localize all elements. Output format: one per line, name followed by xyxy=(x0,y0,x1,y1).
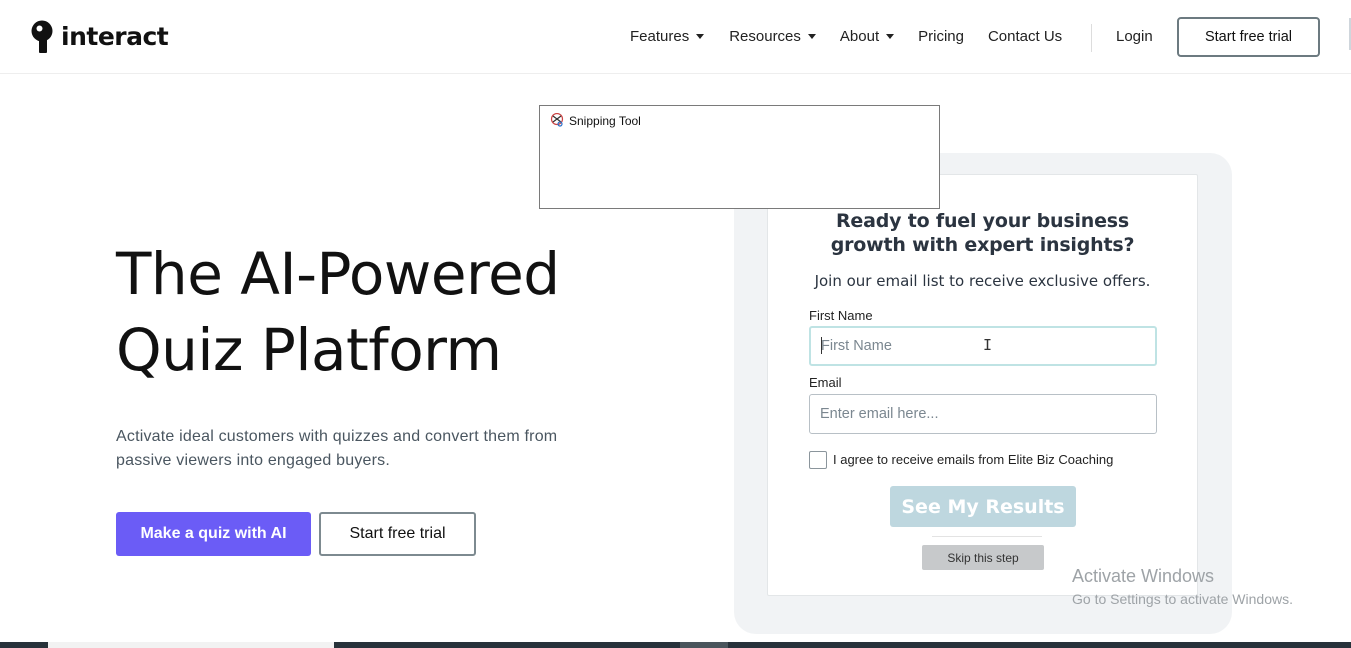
nav-features-label: Features xyxy=(630,28,690,45)
nav-pricing-label: Pricing xyxy=(918,28,964,45)
next-section-mark xyxy=(680,642,728,648)
quiz-lead-form: Ready to fuel your business growth with … xyxy=(767,174,1198,596)
text-cursor-icon: I xyxy=(983,336,993,354)
form-heading: Ready to fuel your business growth with … xyxy=(768,209,1197,257)
caret-down-icon xyxy=(807,34,816,39)
divider xyxy=(932,536,1042,537)
hero-title-line2: Quiz Platform xyxy=(116,316,502,384)
header-start-trial-button[interactable]: Start free trial xyxy=(1177,17,1320,57)
caret-down-icon xyxy=(696,34,705,39)
nav-pricing[interactable]: Pricing xyxy=(918,28,964,45)
login-link[interactable]: Login xyxy=(1116,28,1153,45)
email-input[interactable] xyxy=(809,394,1157,434)
caret-down-icon xyxy=(886,34,895,39)
logo[interactable]: interact xyxy=(27,20,169,53)
nav-resources[interactable]: Resources xyxy=(729,28,816,45)
site-header: interact Features Resources About Pricin… xyxy=(0,0,1351,74)
main-nav: Features Resources About Pricing Contact… xyxy=(630,28,1062,45)
interact-logo-icon xyxy=(31,20,53,53)
snipping-tool-window[interactable]: Snipping Tool xyxy=(539,105,940,209)
agree-label: I agree to receive emails from Elite Biz… xyxy=(833,452,1114,467)
activate-windows-subtitle: Go to Settings to activate Windows. xyxy=(1072,591,1293,607)
first-name-label: First Name xyxy=(809,308,873,323)
nav-contact[interactable]: Contact Us xyxy=(988,28,1062,45)
nav-divider xyxy=(1091,24,1092,52)
activate-windows-title: Activate Windows xyxy=(1072,566,1215,586)
logo-text: interact xyxy=(61,22,169,51)
form-heading-text: Ready to fuel your business growth with … xyxy=(830,210,1135,256)
text-caret xyxy=(821,337,822,354)
snipping-tool-title: Snipping Tool xyxy=(569,114,641,128)
email-label: Email xyxy=(809,375,842,390)
nav-about-label: About xyxy=(839,28,880,45)
agree-checkbox[interactable] xyxy=(809,451,827,469)
make-quiz-ai-button[interactable]: Make a quiz with AI xyxy=(116,512,311,556)
nav-features[interactable]: Features xyxy=(630,28,705,45)
nav-contact-label: Contact Us xyxy=(987,28,1063,45)
nav-resources-label: Resources xyxy=(729,28,801,45)
hero-start-trial-button[interactable]: Start free trial xyxy=(319,512,476,556)
nav-about[interactable]: About xyxy=(839,28,895,45)
hero-subtitle: Activate ideal customers with quizzes an… xyxy=(116,428,558,469)
next-section-image xyxy=(48,642,334,648)
hero-title: The AI-Powered Quiz Platform xyxy=(116,236,560,388)
see-results-button[interactable]: See My Results xyxy=(890,486,1076,527)
skip-step-button[interactable]: Skip this step xyxy=(922,545,1044,570)
hero-title-line1: The AI-Powered xyxy=(116,240,560,308)
scissors-icon xyxy=(550,113,564,127)
form-subheading: Join our email list to receive exclusive… xyxy=(814,272,1151,290)
